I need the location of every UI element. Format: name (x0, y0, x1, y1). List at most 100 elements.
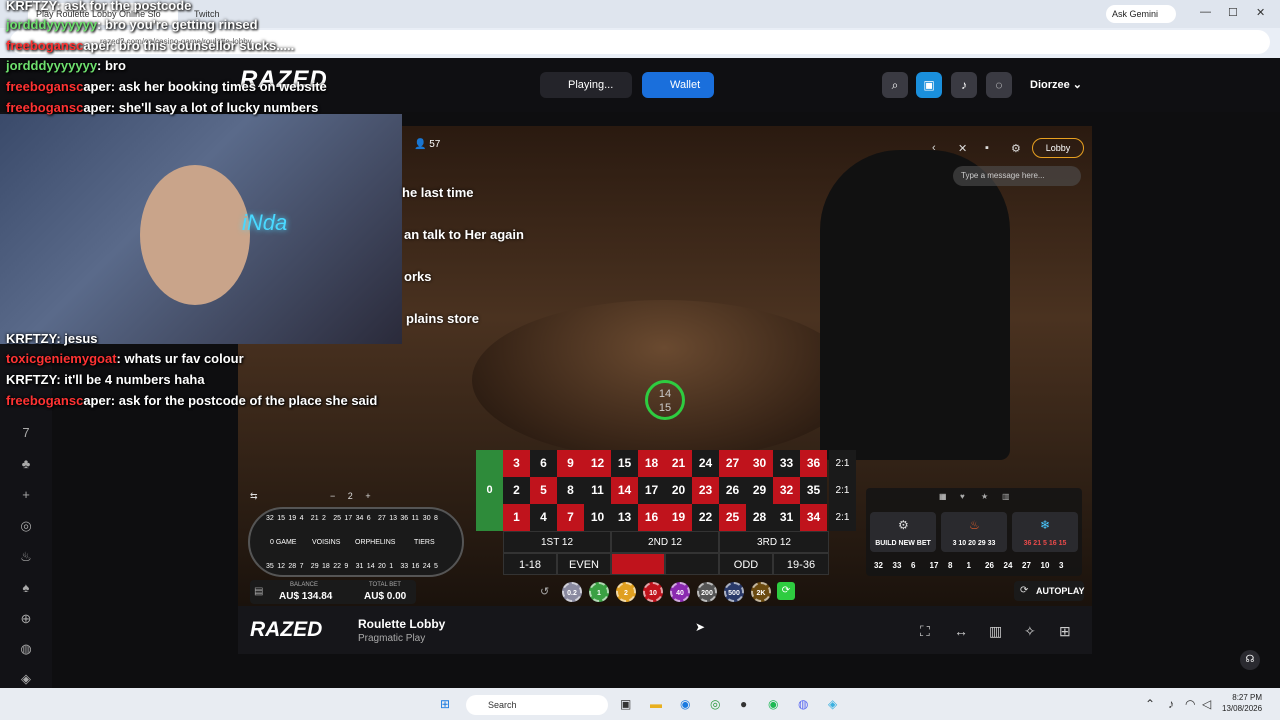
bet-number[interactable]: 5 (530, 477, 557, 504)
racetrack-number[interactable]: 31 (356, 563, 364, 570)
racetrack-number[interactable]: 33 (400, 563, 408, 570)
racetrack-number[interactable]: 35 (266, 563, 274, 570)
stats-icon[interactable]: ▥ (989, 623, 1002, 640)
casino-icon[interactable]: ♣ (18, 456, 34, 471)
racetrack-number[interactable]: 1 (389, 563, 393, 570)
bet-number[interactable]: 14 (611, 477, 638, 504)
bet-number[interactable]: 28 (746, 504, 773, 531)
racetrack-number[interactable]: 5 (434, 563, 438, 570)
bet-number[interactable]: 6 (530, 450, 557, 477)
chip[interactable]: 0.2 (562, 582, 582, 602)
app-icon[interactable]: ● (740, 697, 747, 711)
racetrack-number[interactable]: 27 (378, 515, 386, 522)
heart-icon[interactable]: ♥ (960, 492, 965, 501)
bet-number[interactable]: 32 (773, 477, 800, 504)
racetrack-number[interactable]: 2 (322, 515, 326, 522)
column-bet-middle[interactable]: 2:1 (829, 477, 856, 504)
chat-username[interactable]: KRFTZY (6, 372, 56, 387)
racetrack-number[interactable]: 24 (423, 563, 431, 570)
bet-number[interactable]: 24 (692, 450, 719, 477)
chat-username[interactable]: freebogansc (6, 38, 83, 53)
dozen-1[interactable]: 1ST 12 (503, 531, 611, 553)
bet-number[interactable]: 1 (503, 504, 530, 531)
chip[interactable]: 10 (643, 582, 663, 602)
system-clock[interactable]: 8:27 PM 13/08/2026 (1222, 692, 1262, 714)
ask-gemini-button[interactable]: Ask Gemini (1106, 5, 1176, 23)
bet-number[interactable]: 35 (800, 477, 827, 504)
bet-number[interactable]: 3 (503, 450, 530, 477)
cards-icon[interactable]: ♠ (18, 580, 34, 595)
bet-number[interactable]: 15 (611, 450, 638, 477)
undo-icon[interactable]: ↺ (540, 585, 549, 598)
chip[interactable]: 40 (670, 582, 690, 602)
chip[interactable]: 2K (751, 582, 771, 602)
settings-icon[interactable]: ⚙ (1011, 142, 1021, 155)
bet-number[interactable]: 21 (665, 450, 692, 477)
racetrack-label-0-game[interactable]: 0 GAME (270, 539, 296, 546)
minimize-button[interactable]: — (1200, 6, 1211, 18)
stats-icon[interactable]: ▥ (1002, 492, 1010, 501)
chat-username[interactable]: KRFTZY (6, 0, 56, 13)
racetrack-number[interactable]: 21 (311, 515, 319, 522)
edge-icon[interactable]: ◉ (680, 697, 690, 711)
bet-number[interactable]: 17 (638, 477, 665, 504)
bet-number[interactable]: 18 (638, 450, 665, 477)
racetrack-number[interactable]: 32 (266, 515, 274, 522)
racetrack-number[interactable]: 16 (412, 563, 420, 570)
chat-bubble-icon[interactable]: ▪ (985, 142, 989, 154)
bet-number[interactable]: 25 (719, 504, 746, 531)
chip[interactable]: 1 (589, 582, 609, 602)
racetrack-number[interactable]: 9 (344, 563, 348, 570)
racetrack-number[interactable]: 12 (277, 563, 285, 570)
racetrack-number[interactable]: 29 (311, 563, 319, 570)
bet-number[interactable]: 10 (584, 504, 611, 531)
bag-icon[interactable]: ◈ (18, 671, 34, 687)
bet-number[interactable]: 4 (530, 504, 557, 531)
racetrack-number[interactable]: 15 (277, 515, 285, 522)
user-menu[interactable]: Diorzee ⌄ (1030, 78, 1082, 91)
favorite-icon[interactable]: ✧ (1024, 623, 1036, 640)
bell-icon[interactable]: ♪ (951, 72, 977, 98)
collapse-icon[interactable]: ⇆ (250, 491, 258, 502)
wallet-button[interactable]: Wallet (642, 72, 714, 98)
app2-icon[interactable]: ◈ (828, 697, 837, 711)
bet-number[interactable]: 22 (692, 504, 719, 531)
spotify-icon[interactable]: ◉ (768, 697, 778, 711)
lobby-button[interactable]: Lobby (1032, 138, 1084, 158)
theater-icon[interactable]: ↔ (954, 623, 968, 639)
dozen-2[interactable]: 2ND 12 (611, 531, 719, 553)
mute-icon[interactable]: ✕ (958, 142, 967, 155)
racetrack-number[interactable]: 34 (356, 515, 364, 522)
racetrack-number[interactable]: 22 (333, 563, 341, 570)
mic-icon[interactable]: ♪ (1168, 697, 1174, 711)
racetrack-number[interactable]: 36 (400, 515, 408, 522)
racetrack-number[interactable]: 13 (389, 515, 397, 522)
support-icon[interactable]: ☊ (1240, 650, 1260, 670)
bet-number[interactable]: 19 (665, 504, 692, 531)
bet-number[interactable]: 12 (584, 450, 611, 477)
racetrack-number[interactable]: 20 (378, 563, 386, 570)
zoom-minus-icon[interactable]: − (330, 491, 335, 501)
racetrack-number[interactable]: 25 (333, 515, 341, 522)
bet-number[interactable]: 23 (692, 477, 719, 504)
discord-icon[interactable]: ◍ (798, 697, 808, 711)
plus-icon[interactable]: + (18, 487, 34, 502)
chip[interactable]: 500 (724, 582, 744, 602)
star-icon[interactable]: ★ (981, 492, 988, 501)
bet-number[interactable]: 31 (773, 504, 800, 531)
chat-username[interactable]: freebogansc (6, 100, 83, 115)
search-icon[interactable]: ⌕ (882, 72, 908, 98)
bet-odd[interactable]: ODD (719, 553, 773, 575)
zoom-plus-icon[interactable]: + (365, 491, 370, 501)
bet-number[interactable]: 11 (584, 477, 611, 504)
racetrack-number[interactable]: 19 (288, 515, 296, 522)
chrome-icon[interactable]: ◎ (710, 697, 720, 711)
bet-number[interactable]: 9 (557, 450, 584, 477)
chat-username[interactable]: freebogansc (6, 393, 83, 408)
chat-username[interactable]: jordddyyyyyyy (6, 58, 97, 73)
add-icon[interactable]: ⊞ (1059, 623, 1071, 640)
racetrack-label-orphelins[interactable]: ORPHELINS (355, 539, 395, 546)
chat-username[interactable]: toxicgeniemygoat (6, 351, 117, 366)
sports-icon[interactable]: ◎ (18, 518, 34, 534)
taskbar-search[interactable]: Search (466, 695, 608, 715)
